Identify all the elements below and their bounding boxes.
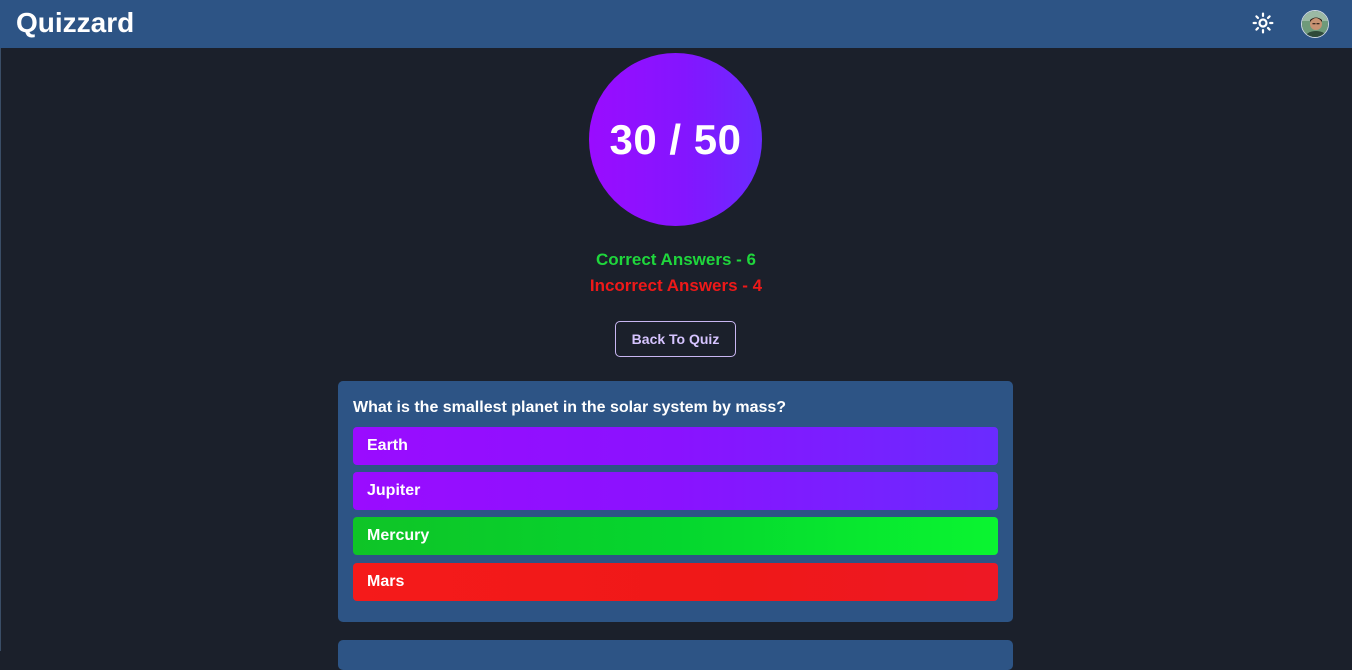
user-avatar[interactable] xyxy=(1301,10,1329,38)
answer-option[interactable]: Jupiter xyxy=(353,472,998,510)
answer-option-incorrect[interactable]: Mars xyxy=(353,563,998,601)
page-edge xyxy=(0,48,1,651)
score-value: 30 / 50 xyxy=(609,115,742,163)
answer-option-correct[interactable]: Mercury xyxy=(353,517,998,555)
correct-answers-count: Correct Answers - 6 xyxy=(596,250,756,269)
question-card-next xyxy=(338,640,1013,670)
back-to-quiz-button[interactable]: Back To Quiz xyxy=(615,321,736,357)
sun-icon[interactable] xyxy=(1250,10,1276,36)
answer-option[interactable]: Earth xyxy=(353,427,998,465)
question-text: What is the smallest planet in the solar… xyxy=(353,399,787,416)
navbar: Quizzard xyxy=(0,0,1352,48)
app-title[interactable]: Quizzard xyxy=(16,7,134,39)
question-card: What is the smallest planet in the solar… xyxy=(338,381,1013,622)
score-circle: 30 / 50 xyxy=(589,53,762,226)
incorrect-answers-count: Incorrect Answers - 4 xyxy=(589,276,763,295)
